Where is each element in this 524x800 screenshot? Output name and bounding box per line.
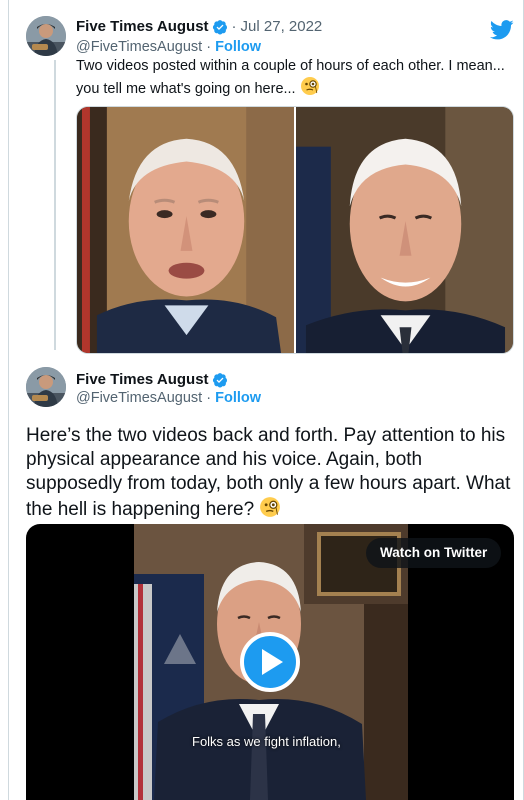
- avatar[interactable]: [26, 16, 66, 56]
- follow-button[interactable]: Follow: [215, 39, 261, 55]
- tweet2-handle-row: @FiveTimesAugust · Follow: [76, 390, 261, 406]
- play-icon: [262, 649, 283, 675]
- video-player[interactable]: Watch on Twitter Folks as we fight infla…: [26, 524, 514, 800]
- left-photo[interactable]: [77, 107, 294, 353]
- tweet1-handle-row: @FiveTimesAugust · Follow: [76, 39, 261, 55]
- tweet2-header: Five Times August: [76, 371, 228, 388]
- author-name[interactable]: Five Times August: [76, 371, 209, 388]
- tweet-date[interactable]: Jul 27, 2022: [241, 18, 323, 35]
- tweet1-body: Two videos posted within a couple of hou…: [76, 58, 505, 97]
- monocle-face-icon: [300, 77, 319, 95]
- watch-on-twitter-button[interactable]: Watch on Twitter: [366, 538, 502, 568]
- tweet2-text: Here’s the two videos back and forth. Pa…: [26, 424, 516, 522]
- thread-connector-line: [54, 60, 56, 350]
- right-photo[interactable]: [294, 107, 513, 353]
- tweet1-header: Five Times August · Jul 27, 2022: [76, 18, 322, 35]
- avatar[interactable]: [26, 367, 66, 407]
- play-button[interactable]: [240, 632, 300, 692]
- author-name[interactable]: Five Times August: [76, 18, 209, 35]
- author-handle[interactable]: @FiveTimesAugust: [76, 39, 202, 55]
- twitter-bird-icon[interactable]: [490, 20, 514, 40]
- separator-dot: ·: [206, 39, 212, 55]
- video-caption: Folks as we fight inflation,: [192, 734, 341, 749]
- monocle-face-icon: [260, 497, 281, 517]
- author-handle[interactable]: @FiveTimesAugust: [76, 390, 202, 406]
- tweet1-text: Two videos posted within a couple of hou…: [76, 56, 512, 99]
- verified-badge-icon: [212, 19, 227, 35]
- tweet1-photo-grid[interactable]: [76, 106, 514, 354]
- separator-dot: ·: [206, 390, 212, 406]
- follow-button[interactable]: Follow: [215, 390, 261, 406]
- verified-badge-icon: [212, 372, 227, 388]
- separator-dot: ·: [231, 18, 237, 35]
